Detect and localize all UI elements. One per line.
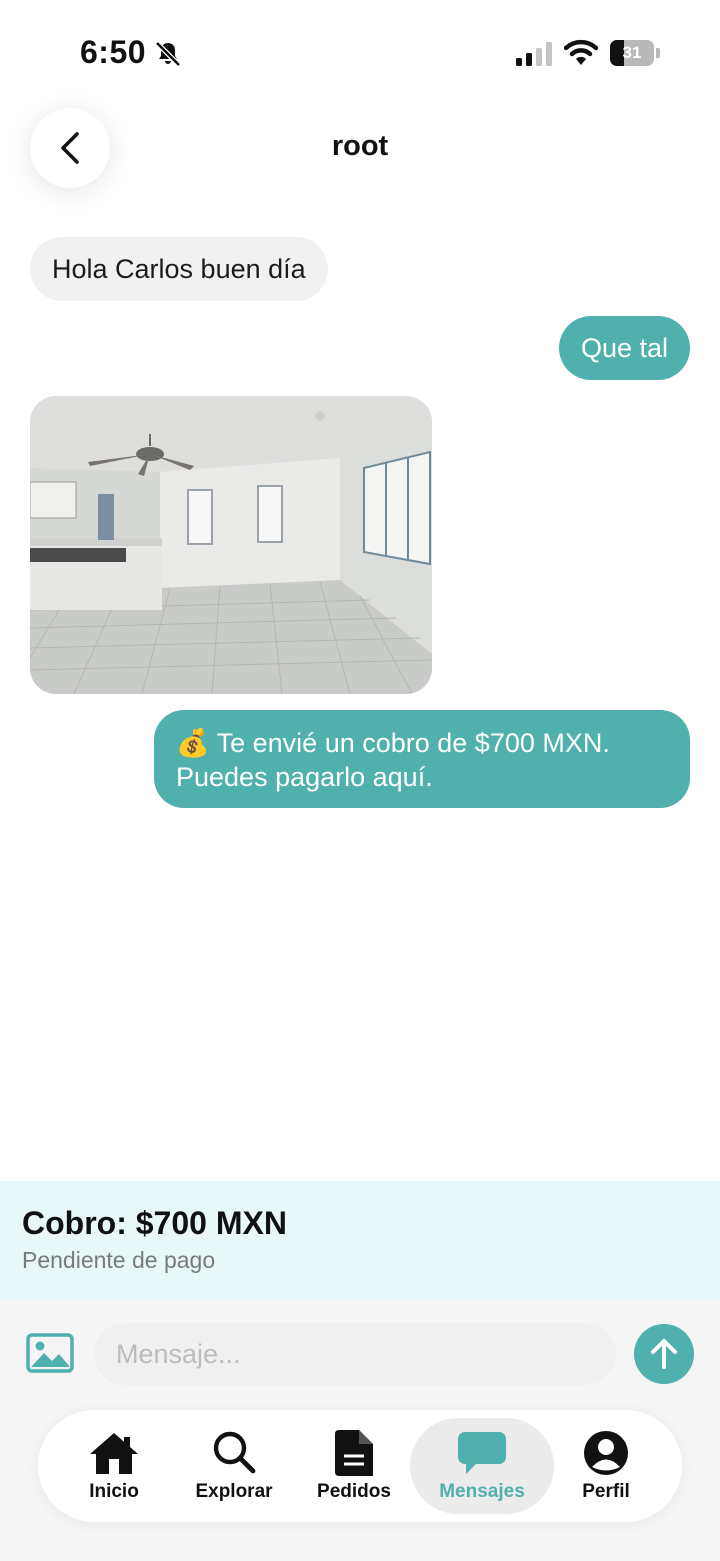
search-icon (213, 1431, 256, 1474)
status-time: 6:50 (80, 34, 147, 70)
cellular-signal-icon (516, 42, 552, 66)
tab-perfil[interactable]: Perfil (546, 1418, 666, 1514)
tab-inicio[interactable]: Inicio (54, 1418, 174, 1514)
wifi-icon (564, 39, 598, 65)
charge-status: Pendiente de pago (22, 1247, 216, 1273)
bottom-tab-bar: Inicio Explorar Pedidos Mensajes Perfil (38, 1410, 682, 1522)
bell-muted-icon (155, 41, 181, 67)
tab-label-explorar: Explorar (195, 1481, 273, 1502)
charge-amount: Cobro: $700 MXN (22, 1205, 287, 1241)
tab-label-pedidos: Pedidos (317, 1481, 391, 1502)
message-input[interactable] (94, 1323, 616, 1385)
attach-image-button[interactable] (26, 1333, 74, 1373)
send-button[interactable] (634, 1324, 694, 1384)
outgoing-message: Que tal (558, 316, 690, 380)
home-icon (90, 1433, 138, 1474)
battery-percentage: 31 (622, 43, 642, 62)
status-bar: 6:50 31 (0, 0, 720, 100)
chat-bubble-icon (458, 1432, 506, 1474)
image-icon (26, 1333, 74, 1373)
room-photo (30, 396, 432, 694)
charge-banner[interactable]: Cobro: $700 MXN Pendiente de pago (0, 1181, 720, 1299)
tab-mensajes[interactable]: Mensajes (410, 1418, 554, 1514)
tab-label-perfil: Perfil (582, 1481, 630, 1502)
tab-explorar[interactable]: Explorar (174, 1418, 294, 1514)
tab-label-inicio: Inicio (89, 1481, 139, 1502)
document-icon (335, 1430, 373, 1476)
payment-request-message[interactable]: 💰 Te envié un cobro de $700 MXN. Puedes … (154, 710, 690, 808)
incoming-message: Hola Carlos buen día (30, 237, 328, 301)
chat-screen: 6:50 31 root Hola Carlos buen día Que ta… (0, 0, 720, 1561)
battery-indicator: 31 (610, 40, 660, 66)
tab-pedidos[interactable]: Pedidos (294, 1418, 414, 1514)
tab-label-mensajes: Mensajes (439, 1481, 525, 1502)
incoming-photo-message[interactable] (30, 396, 432, 694)
profile-icon (584, 1431, 628, 1475)
arrow-up-icon (651, 1339, 677, 1369)
chat-title: root (331, 130, 389, 162)
